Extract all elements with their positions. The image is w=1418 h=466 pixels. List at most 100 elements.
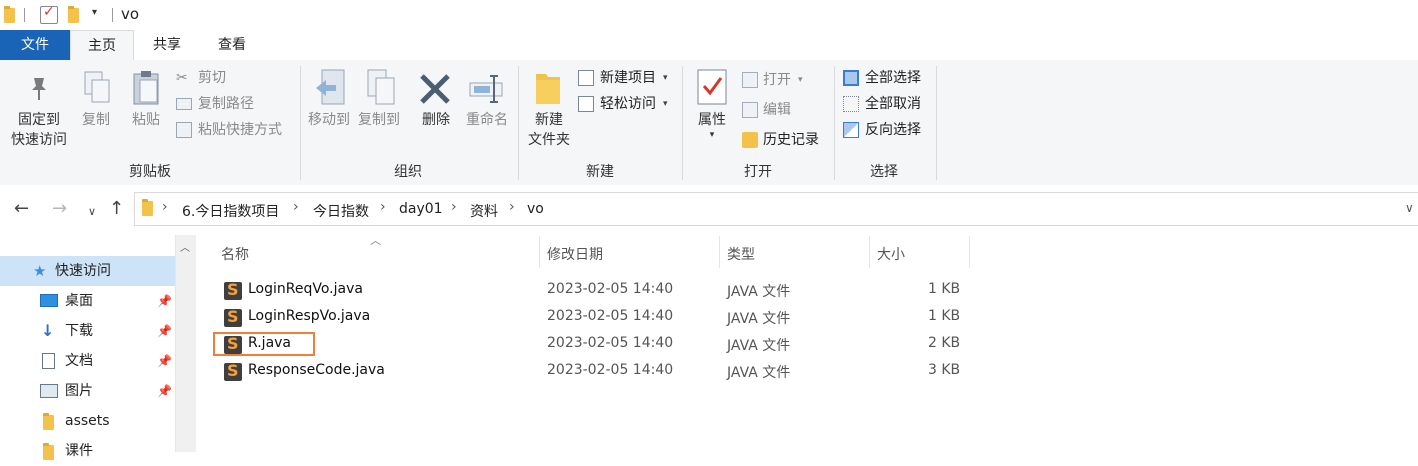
easy-access-button[interactable]: 轻松访问 ▾ bbox=[578, 93, 678, 115]
title-divider bbox=[112, 8, 113, 22]
file-type: JAVA 文件 bbox=[727, 338, 791, 354]
select-none-button[interactable]: 全部取消 bbox=[843, 93, 935, 115]
column-divider[interactable] bbox=[969, 236, 970, 268]
group-divider bbox=[518, 66, 519, 180]
new-folder-line2: 文件夹 bbox=[528, 132, 570, 148]
breadcrumb-item[interactable]: 资料 bbox=[470, 201, 498, 221]
invert-selection-button[interactable]: 反向选择 bbox=[843, 119, 935, 141]
nav-item-documents[interactable]: 文档 📌 bbox=[0, 346, 175, 376]
delete-button[interactable]: 删除 bbox=[416, 110, 456, 130]
ribbon: 固定到 快速访问 复制 粘贴 ✂ 剪切 复制路径 粘贴快捷方式 剪贴板 移动到 … bbox=[0, 60, 1418, 186]
pin-label-line2: 快速访问 bbox=[11, 132, 67, 148]
ribbon-tab-row: 文件 主页 共享 查看 bbox=[0, 30, 1418, 61]
rename-button[interactable]: 重命名 bbox=[460, 110, 514, 130]
column-header-type[interactable]: 类型 bbox=[727, 244, 755, 266]
nav-item-quick-access[interactable]: ★ 快速访问 bbox=[0, 256, 175, 286]
cut-button[interactable]: ✂ 剪切 bbox=[176, 67, 296, 89]
breadcrumb-item[interactable]: 6.今日指数项目 bbox=[182, 201, 279, 221]
group-divider bbox=[300, 66, 301, 180]
tab-file[interactable]: 文件 bbox=[0, 30, 70, 60]
copy-to-icon bbox=[364, 68, 400, 108]
download-icon: ↓ bbox=[41, 321, 55, 340]
pin-icon[interactable]: 📌 bbox=[157, 376, 172, 406]
tab-view[interactable]: 查看 bbox=[203, 30, 261, 60]
select-none-label: 全部取消 bbox=[865, 96, 921, 112]
column-header-size[interactable]: 大小 bbox=[877, 244, 905, 266]
new-folder-button[interactable]: 新建 文件夹 bbox=[522, 110, 576, 150]
paste-button[interactable]: 粘贴 bbox=[126, 110, 166, 130]
title-divider bbox=[24, 8, 25, 22]
nav-item-downloads[interactable]: ↓ 下载 📌 bbox=[0, 316, 175, 346]
column-divider[interactable] bbox=[539, 236, 540, 268]
back-arrow-icon[interactable]: ← bbox=[14, 199, 29, 219]
nav-item-label: 快速访问 bbox=[55, 263, 111, 279]
chevron-right-icon[interactable]: › bbox=[380, 199, 386, 215]
paste-shortcut-button[interactable]: 粘贴快捷方式 bbox=[176, 119, 296, 141]
select-all-label: 全部选择 bbox=[865, 70, 921, 86]
forward-arrow-icon[interactable]: → bbox=[52, 199, 67, 219]
nav-item-pictures[interactable]: 图片 📌 bbox=[0, 376, 175, 406]
address-dropdown-icon[interactable]: ∨ bbox=[1405, 201, 1414, 215]
java-file-icon: S bbox=[224, 307, 242, 327]
open-group-label: 打开 bbox=[744, 164, 772, 180]
dropdown-arrow-icon: ▾ bbox=[663, 99, 668, 109]
column-divider[interactable] bbox=[719, 236, 720, 268]
nav-item-label: 课件 bbox=[65, 443, 93, 459]
edit-button[interactable]: 编辑 bbox=[742, 99, 822, 121]
scroll-up-icon[interactable]: ︿ bbox=[180, 239, 190, 254]
new-item-icon bbox=[578, 70, 594, 86]
breadcrumb-item[interactable]: vo bbox=[527, 201, 544, 217]
open-button[interactable]: 打开 ▾ bbox=[742, 69, 822, 91]
tab-share[interactable]: 共享 bbox=[138, 30, 196, 60]
organize-group-label: 组织 bbox=[394, 164, 422, 180]
column-divider[interactable] bbox=[869, 236, 870, 268]
desktop-icon bbox=[40, 294, 58, 307]
move-to-button[interactable]: 移动到 bbox=[304, 110, 354, 130]
qat-customize-icon[interactable]: ▾ bbox=[92, 7, 97, 18]
breadcrumb-item[interactable]: day01 bbox=[399, 201, 443, 217]
nav-item-label: 文档 bbox=[65, 353, 93, 369]
folder-icon bbox=[4, 6, 15, 23]
new-item-button[interactable]: 新建项目 ▾ bbox=[578, 67, 678, 89]
file-row[interactable]: S LoginRespVo.java 2023-02-05 14:40 JAVA… bbox=[215, 304, 985, 331]
copy-path-button[interactable]: 复制路径 bbox=[176, 93, 296, 115]
column-header-date[interactable]: 修改日期 bbox=[547, 244, 603, 266]
file-size: 1 KB bbox=[928, 308, 961, 324]
copy-to-button[interactable]: 复制到 bbox=[354, 110, 404, 130]
chevron-right-icon[interactable]: › bbox=[509, 199, 515, 215]
file-row[interactable]: S ResponseCode.java 2023-02-05 14:40 JAV… bbox=[215, 358, 985, 385]
copy-path-label: 复制路径 bbox=[198, 96, 254, 112]
address-bar[interactable]: › 6.今日指数项目 › 今日指数 › day01 › 资料 › vo ∨ bbox=[134, 192, 1418, 226]
pin-icon[interactable]: 📌 bbox=[157, 286, 172, 316]
star-icon: ★ bbox=[33, 262, 47, 280]
properties-button[interactable]: 属性 ▾ bbox=[690, 110, 734, 140]
new-item-label: 新建项目 bbox=[600, 70, 656, 86]
nav-pane-scrollbar[interactable]: ︿ bbox=[175, 235, 196, 452]
edit-label: 编辑 bbox=[763, 102, 791, 118]
chevron-right-icon[interactable]: › bbox=[451, 199, 457, 215]
file-row[interactable]: S LoginReqVo.java 2023-02-05 14:40 JAVA … bbox=[215, 277, 985, 304]
column-header-name[interactable]: 名称 bbox=[221, 244, 249, 266]
pin-icon[interactable]: 📌 bbox=[157, 316, 172, 346]
folder-icon bbox=[43, 443, 54, 460]
copy-button[interactable]: 复制 bbox=[76, 110, 116, 130]
nav-item-desktop[interactable]: 桌面 📌 bbox=[0, 286, 175, 316]
cut-label: 剪切 bbox=[198, 70, 226, 86]
select-all-button[interactable]: 全部选择 bbox=[843, 67, 935, 89]
pin-icon[interactable]: 📌 bbox=[157, 346, 172, 376]
up-arrow-icon[interactable]: ↑ bbox=[109, 199, 124, 219]
tab-home[interactable]: 主页 bbox=[70, 30, 134, 61]
pin-to-quick-access-button[interactable]: 固定到 快速访问 bbox=[6, 110, 72, 150]
nav-item-courseware[interactable]: 课件 bbox=[0, 436, 175, 466]
chevron-right-icon[interactable]: › bbox=[293, 199, 299, 215]
nav-item-assets[interactable]: assets bbox=[0, 406, 175, 436]
recent-locations-chevron-icon[interactable]: ∨ bbox=[88, 202, 96, 222]
properties-qat-icon[interactable]: ✓ bbox=[40, 4, 58, 24]
breadcrumb-item[interactable]: 今日指数 bbox=[313, 201, 369, 221]
chevron-right-icon[interactable]: › bbox=[162, 199, 168, 215]
new-folder-qat-icon[interactable] bbox=[68, 6, 79, 23]
paste-shortcut-label: 粘贴快捷方式 bbox=[198, 122, 282, 138]
history-button[interactable]: 历史记录 bbox=[742, 129, 832, 151]
file-type: JAVA 文件 bbox=[727, 365, 791, 381]
file-row[interactable]: S R.java 2023-02-05 14:40 JAVA 文件 2 KB bbox=[215, 331, 985, 358]
